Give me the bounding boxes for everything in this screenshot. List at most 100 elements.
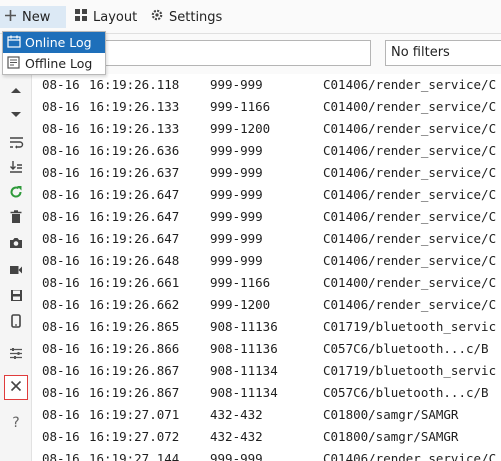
log-row[interactable]: 08-16 16:19:26.866 908-11136 C057C6/bluetoo…: [33, 338, 501, 360]
new-button[interactable]: New: [0, 6, 66, 28]
log-tag: C01406/render_service/C: [323, 143, 497, 158]
log-date: 08-16: [42, 165, 80, 180]
log-time: 16:19:26.133: [89, 121, 180, 136]
log-pid: 908-11136: [210, 319, 278, 334]
log-time: 16:19:27.072: [89, 429, 180, 444]
tune-icon: [9, 347, 23, 364]
log-time: 16:19:26.133: [89, 99, 180, 114]
log-tag: C01406/render_service/C: [323, 121, 497, 136]
close-icon: [10, 380, 22, 396]
help-icon: ?: [12, 415, 20, 431]
log-row[interactable]: 08-16 16:19:26.647 999-999 C01406/render_se…: [33, 228, 501, 250]
video-icon: [9, 264, 23, 279]
log-date: 08-16: [42, 77, 80, 92]
log-time: 16:19:26.648: [89, 253, 180, 268]
log-date: 08-16: [42, 275, 80, 290]
log-row[interactable]: 08-16 16:19:26.662 999-1200 C01406/render_s…: [33, 294, 501, 316]
log-tag: C01719/bluetooth_servic: [323, 319, 497, 334]
log-row[interactable]: 08-16 16:19:26.118 999-999 C01406/render_se…: [33, 74, 501, 96]
tune-button[interactable]: [4, 344, 28, 366]
arrow-up-icon: [10, 83, 22, 98]
log-time: 16:19:26.865: [89, 319, 180, 334]
phone-icon: [11, 314, 21, 332]
record-video-button[interactable]: [4, 260, 28, 282]
log-row[interactable]: 08-16 16:19:27.071 432-432 C01800/samgr/SAM…: [33, 404, 501, 426]
log-tag: C01719/bluetooth_servic: [323, 363, 497, 378]
menu-item-label: Online Log: [25, 35, 92, 50]
menu-item-offline-log[interactable]: Offline Log: [3, 53, 105, 74]
log-date: 08-16: [42, 385, 80, 400]
online-log-icon: [7, 35, 21, 51]
scroll-end-button[interactable]: [4, 158, 28, 180]
log-pid: 999-999: [210, 77, 263, 92]
delete-button[interactable]: [4, 208, 28, 230]
arrow-down-icon: [10, 108, 22, 123]
gear-icon: [150, 8, 164, 26]
filter-selector[interactable]: No filters: [385, 40, 501, 66]
log-pid: 908-11134: [210, 385, 278, 400]
log-time: 16:19:27.144: [89, 451, 180, 461]
log-pid: 999-1200: [210, 297, 271, 312]
layout-button[interactable]: Layout: [70, 6, 141, 28]
plus-icon: [4, 9, 17, 26]
scroll-down-button[interactable]: [4, 104, 28, 126]
log-row[interactable]: 08-16 16:19:26.133 999-1200 C01406/render_s…: [33, 118, 501, 140]
layout-label: Layout: [93, 9, 138, 25]
log-time: 16:19:26.118: [89, 77, 180, 92]
log-date: 08-16: [42, 231, 80, 246]
log-date: 08-16: [42, 209, 80, 224]
log-time: 16:19:26.867: [89, 385, 180, 400]
log-row[interactable]: 08-16 16:19:27.072 432-432 C01800/samgr/SAM…: [33, 426, 501, 448]
save-button[interactable]: [4, 286, 28, 308]
settings-button[interactable]: Settings: [146, 6, 226, 28]
log-tag: C01400/render_service/C: [323, 99, 497, 114]
log-row[interactable]: 08-16 16:19:26.648 999-999 C01406/render_se…: [33, 250, 501, 272]
camera-icon: [9, 237, 23, 253]
scroll-end-icon: [9, 160, 23, 178]
log-pid: 999-1166: [210, 275, 271, 290]
log-date: 08-16: [42, 407, 80, 422]
log-area[interactable]: 08-16 16:19:26.118 999-999 C01406/render_se…: [33, 74, 501, 461]
log-row[interactable]: 08-16 16:19:26.867 908-11134 C057C6/bluetoo…: [33, 382, 501, 404]
log-date: 08-16: [42, 297, 80, 312]
log-row[interactable]: 08-16 16:19:26.133 999-1166 C01400/render_s…: [33, 96, 501, 118]
log-row[interactable]: 08-16 16:19:26.637 999-999 C01406/render_se…: [33, 162, 501, 184]
log-tag: C057C6/bluetooth...c/B: [323, 341, 489, 356]
log-row[interactable]: 08-16 16:19:27.144 999-999 C01406/render_se…: [33, 448, 501, 461]
refresh-button[interactable]: [4, 183, 28, 205]
new-label: New: [22, 9, 51, 25]
log-row[interactable]: 08-16 16:19:26.647 999-999 C01406/render_se…: [33, 206, 501, 228]
log-time: 16:19:26.647: [89, 231, 180, 246]
log-row[interactable]: 08-16 16:19:26.647 999-999 C01406/render_se…: [33, 184, 501, 206]
log-row[interactable]: 08-16 16:19:26.661 999-1166 C01400/render_s…: [33, 272, 501, 294]
log-pid: 432-432: [210, 429, 263, 444]
log-time: 16:19:26.647: [89, 187, 180, 202]
log-time: 16:19:26.866: [89, 341, 180, 356]
settings-label: Settings: [169, 9, 223, 25]
top-toolbar: New Layout Settings: [0, 0, 501, 34]
help-button[interactable]: ?: [4, 412, 28, 434]
scroll-up-button[interactable]: [4, 79, 28, 101]
refresh-icon: [9, 185, 23, 203]
log-date: 08-16: [42, 363, 80, 378]
log-time: 16:19:26.662: [89, 297, 180, 312]
log-pid: 999-999: [210, 209, 263, 224]
wrap-button[interactable]: [4, 134, 28, 156]
menu-item-online-log[interactable]: Online Log: [3, 32, 105, 53]
log-row[interactable]: 08-16 16:19:26.867 908-11134 C01719/bluetoo…: [33, 360, 501, 382]
log-time: 16:19:27.071: [89, 407, 180, 422]
log-pid: 999-999: [210, 253, 263, 268]
log-row[interactable]: 08-16 16:19:26.636 999-999 C01406/render_se…: [33, 140, 501, 162]
new-dropdown-menu: Online Log Offline Log: [2, 31, 106, 75]
delete-icon: [10, 210, 22, 228]
log-date: 08-16: [42, 143, 80, 158]
log-tag: C01406/render_service/C: [323, 253, 497, 268]
log-tag: C01406/render_service/C: [323, 209, 497, 224]
log-row[interactable]: 08-16 16:19:26.865 908-11136 C01719/bluetoo…: [33, 316, 501, 338]
log-tag: C01800/samgr/SAMGR: [323, 407, 459, 422]
log-tag: C057C6/bluetooth...c/B: [323, 385, 489, 400]
device-button[interactable]: [4, 312, 28, 334]
close-button[interactable]: [4, 375, 28, 400]
screenshot-button[interactable]: [4, 234, 28, 256]
offline-log-icon: [7, 55, 21, 72]
